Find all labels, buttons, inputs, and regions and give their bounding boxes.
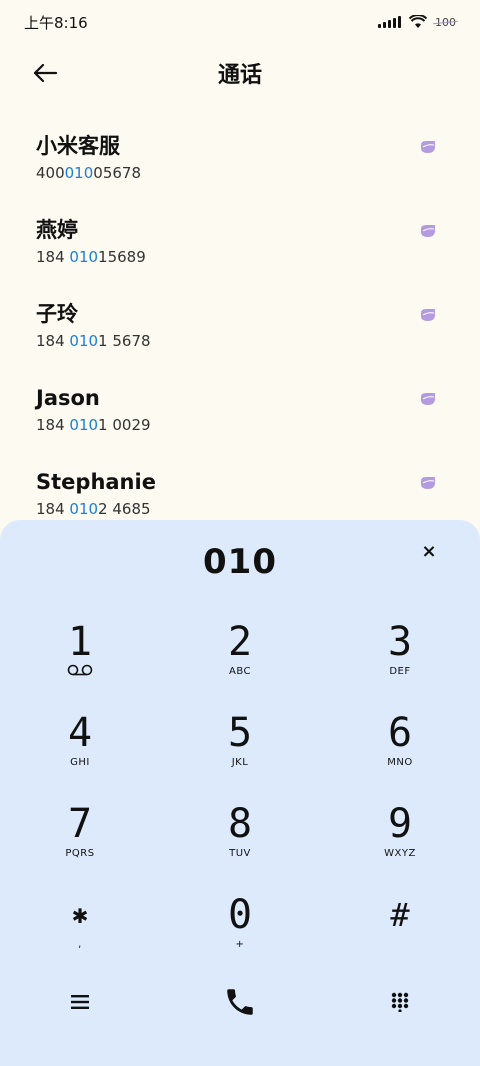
key-letters: MNO (387, 757, 413, 768)
status-bar: 上午8:16 100 (0, 0, 480, 44)
contact-row[interactable]: 小米客服 40001005678 (0, 120, 480, 204)
dial-key-8[interactable]: 8 TUV (160, 790, 320, 881)
dial-key-7[interactable]: 7 PQRS (0, 790, 160, 881)
header: 通话 (0, 48, 480, 98)
sim-card-icon (421, 309, 435, 321)
key-digit: 6 (387, 710, 413, 756)
sim-card-icon (421, 225, 435, 237)
menu-icon (71, 995, 89, 1009)
dial-key-star[interactable]: ✱, (0, 881, 160, 972)
number-segment: 184 (36, 248, 70, 266)
sim-card-icon (421, 393, 435, 405)
number-match-highlight: 010 (69, 332, 99, 350)
key-digit: 0 (227, 892, 253, 938)
key-letters: ABC (228, 666, 251, 677)
number-segment: 184 (36, 500, 70, 518)
contact-row[interactable]: Jason 184 0101 0029 (0, 372, 480, 456)
dialpad-icon (391, 992, 409, 1012)
number-segment: 400 (36, 164, 65, 182)
dial-key-hash[interactable]: # (320, 881, 480, 972)
key-digit: 2 (227, 619, 253, 665)
key-digit: 8 (227, 801, 253, 847)
contact-row[interactable]: 燕婷 184 01015689 (0, 204, 480, 288)
key-letters: WXYZ (384, 848, 416, 859)
key-digit: ✱ (72, 900, 88, 930)
contact-name: Jason (36, 386, 100, 410)
call-button[interactable] (160, 970, 320, 1034)
sim-card-icon (421, 477, 435, 489)
dial-key-0[interactable]: 0 + (160, 881, 320, 972)
contact-name: 燕婷 (36, 218, 78, 242)
key-letters: GHI (70, 757, 90, 768)
contact-number: 40001005678 (36, 162, 444, 184)
contact-number: 184 0101 0029 (36, 414, 444, 436)
phone-icon (227, 989, 253, 1015)
menu-button[interactable] (0, 970, 160, 1034)
dial-key-6[interactable]: 6 MNO (320, 699, 480, 790)
dial-key-3[interactable]: 3 DEF (320, 608, 480, 699)
signal-icon (378, 16, 401, 28)
sim-card-icon (421, 141, 435, 153)
number-match-highlight: 010 (69, 248, 99, 266)
dial-key-2[interactable]: 2 ABC (160, 608, 320, 699)
key-digit: 4 (67, 710, 93, 756)
number-segment: 184 (36, 332, 70, 350)
key-letters: JKL (231, 757, 249, 768)
number-segment: 1 0029 (98, 416, 151, 434)
dial-key-4[interactable]: 4 GHI (0, 699, 160, 790)
key-letters: , (78, 939, 82, 950)
page-title: 通话 (217, 63, 262, 88)
contact-list: 小米客服 40001005678 燕婷 184 01015689 子玲 184 0101 … (0, 120, 480, 540)
number-segment: 05678 (93, 164, 141, 182)
contact-number: 184 0101 5678 (36, 330, 444, 352)
key-letters: TUV (229, 848, 251, 859)
number-match-highlight: 010 (69, 416, 99, 434)
dialpad-toggle-button[interactable] (320, 970, 480, 1034)
dialer-bottom-bar (0, 970, 480, 1034)
dial-key-9[interactable]: 9 WXYZ (320, 790, 480, 881)
status-icons: 100 (378, 15, 456, 29)
contact-number: 184 01015689 (36, 246, 444, 268)
number-match-highlight: 010 (64, 164, 94, 182)
key-letters: DEF (389, 666, 411, 677)
contact-number: 184 0102 4685 (36, 498, 444, 520)
number-segment: 15689 (98, 248, 146, 266)
key-digit: # (390, 896, 410, 934)
key-digit: 5 (227, 710, 253, 756)
contact-row[interactable]: 子玲 184 0101 5678 (0, 288, 480, 372)
entered-number[interactable]: 010 (203, 542, 277, 582)
key-letters: + (235, 939, 245, 950)
clear-button[interactable]: × (418, 540, 440, 562)
contact-name: 小米客服 (36, 134, 120, 158)
key-letters: PQRS (65, 848, 95, 859)
status-time: 上午8:16 (24, 13, 88, 32)
key-digit: 9 (387, 801, 413, 847)
dialpad-panel: 010 × 1 2 ABC 3 DEF 4 GHI 5 JKL 6 MNO 7 PQRS 8 TUV 9 WXY… (0, 520, 480, 1066)
key-digit: 7 (67, 801, 93, 847)
dial-key-5[interactable]: 5 JKL (160, 699, 320, 790)
battery-indicator: 100 (435, 15, 456, 29)
back-button[interactable] (28, 58, 62, 88)
keypad: 1 2 ABC 3 DEF 4 GHI 5 JKL 6 MNO 7 PQRS 8 TUV 9 WXYZ ✱, 0 + # (0, 608, 480, 972)
voicemail-icon (67, 664, 93, 676)
close-icon: × (421, 540, 437, 562)
arrow-left-icon (33, 63, 58, 83)
contact-name: 子玲 (36, 302, 78, 326)
key-digit: 3 (387, 619, 413, 665)
contact-name: Stephanie (36, 470, 156, 494)
dial-display: 010 (0, 530, 480, 594)
dial-key-1[interactable]: 1 (0, 608, 160, 699)
wifi-icon (409, 15, 427, 28)
number-segment: 184 (36, 416, 70, 434)
number-segment: 1 5678 (98, 332, 151, 350)
key-digit: 1 (67, 619, 93, 665)
number-segment: 2 4685 (98, 500, 151, 518)
number-match-highlight: 010 (69, 500, 99, 518)
